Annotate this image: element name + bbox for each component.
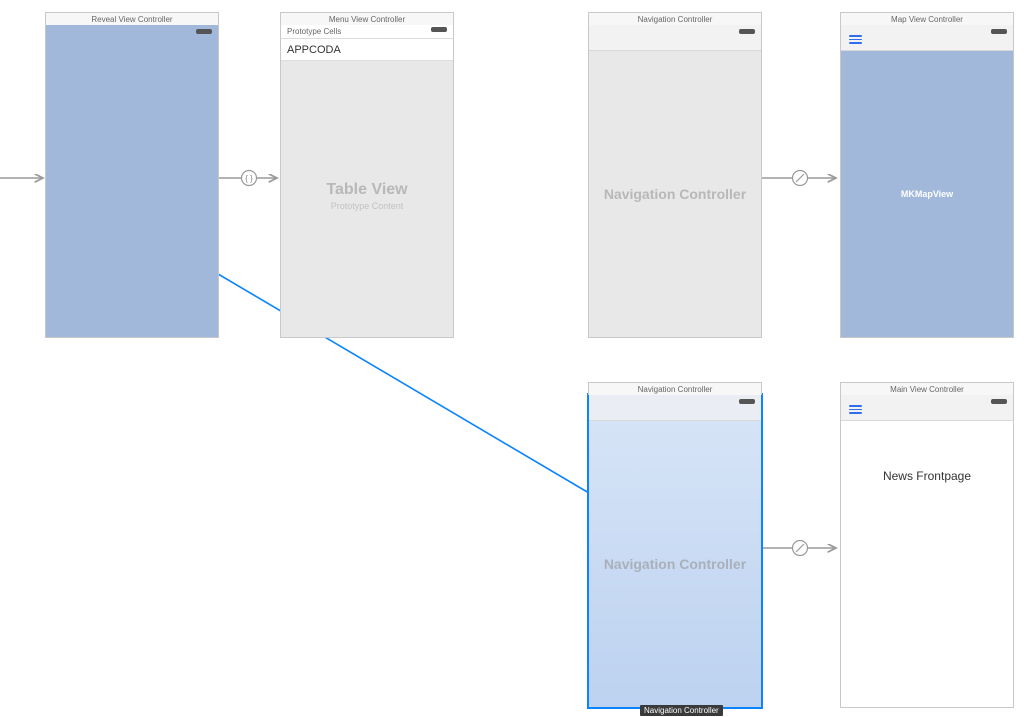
main-view[interactable]: News Frontpage xyxy=(841,421,1013,707)
first-responder-icon[interactable] xyxy=(991,399,1007,404)
scene-title: Map View Controller xyxy=(840,12,1014,25)
navcontroller-placeholder: Navigation Controller xyxy=(604,186,746,202)
table-view[interactable]: Table View Prototype Content xyxy=(281,61,453,337)
prototype-cells-header: Prototype Cells xyxy=(281,25,453,39)
mkmapview[interactable]: MKMapView xyxy=(841,51,1013,337)
reveal-view[interactable] xyxy=(46,25,218,337)
scene-nav1[interactable]: Navigation Controller Navigation Control… xyxy=(588,24,762,338)
scene-map[interactable]: Map View Controller MKMapView xyxy=(840,24,1014,338)
mapview-placeholder: MKMapView xyxy=(901,189,953,199)
first-responder-icon[interactable] xyxy=(739,29,755,34)
svg-text:{ }: { } xyxy=(245,174,253,183)
first-responder-icon[interactable] xyxy=(196,29,212,34)
navigation-bar[interactable] xyxy=(589,395,761,421)
navigation-bar[interactable] xyxy=(589,25,761,51)
scene-title: Navigation Controller xyxy=(588,382,762,395)
prototype-cell[interactable]: APPCODA xyxy=(281,39,453,61)
scene-reveal[interactable]: Reveal View Controller xyxy=(45,24,219,338)
menu-icon[interactable] xyxy=(849,403,862,416)
scene-title: Reveal View Controller xyxy=(45,12,219,25)
nav-placeholder-view[interactable]: Navigation Controller xyxy=(589,421,761,707)
scene-main[interactable]: Main View Controller News Frontpage xyxy=(840,394,1014,708)
scene-title: Main View Controller xyxy=(840,382,1014,395)
navcontroller-placeholder: Navigation Controller xyxy=(604,556,746,572)
tableview-placeholder: Table View xyxy=(281,181,453,199)
scene-menu[interactable]: Menu View Controller Prototype Cells APP… xyxy=(280,24,454,338)
first-responder-icon[interactable] xyxy=(991,29,1007,34)
navigation-bar[interactable] xyxy=(841,395,1013,421)
tableview-placeholder-sub: Prototype Content xyxy=(281,201,453,211)
scene-title: Menu View Controller xyxy=(280,12,454,25)
nav-placeholder-view[interactable]: Navigation Controller xyxy=(589,51,761,337)
first-responder-icon[interactable] xyxy=(739,399,755,404)
navigation-bar[interactable] xyxy=(841,25,1013,51)
scene-nav2[interactable]: Navigation Controller Navigation Control… xyxy=(588,394,762,708)
news-title-label: News Frontpage xyxy=(841,469,1013,483)
drag-tooltip: Navigation Controller xyxy=(640,705,723,716)
scene-title: Navigation Controller xyxy=(588,12,762,25)
first-responder-icon[interactable] xyxy=(431,27,447,32)
menu-icon[interactable] xyxy=(849,33,862,46)
storyboard-canvas[interactable]: { } Reveal View Controller Menu View Con… xyxy=(0,0,1024,717)
